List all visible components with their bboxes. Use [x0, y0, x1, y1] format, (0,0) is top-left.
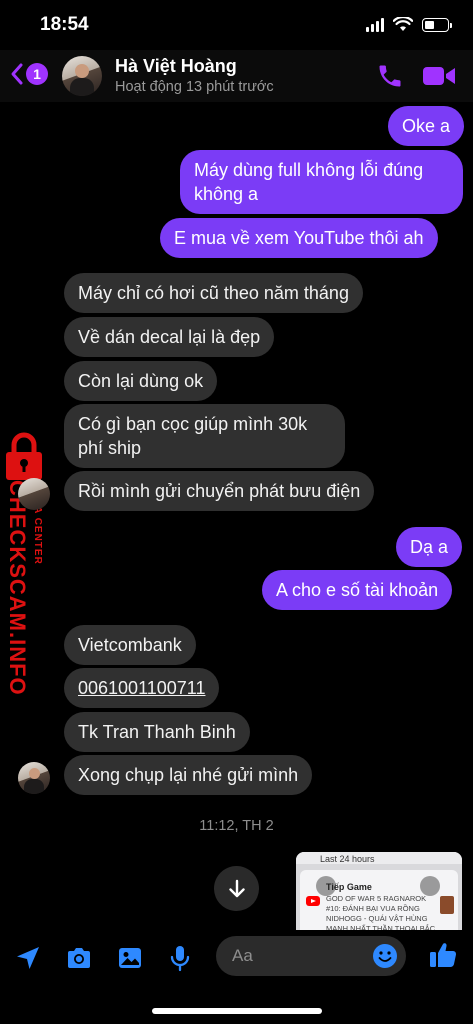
lock-icon: [6, 432, 42, 480]
composer-bar: [0, 930, 473, 1024]
wifi-icon: [393, 17, 413, 31]
chat-header: 1 Hà Việt Hoàng Hoạt động 13 phút trước: [0, 50, 473, 102]
status-bar: 18:54: [0, 0, 473, 50]
contact-name[interactable]: Hà Việt Hoàng: [115, 56, 237, 77]
home-indicator: [152, 1008, 322, 1014]
camera-icon: [420, 876, 440, 896]
preview-heading: Tiếp Game: [326, 882, 372, 892]
scroll-down-button[interactable]: [214, 866, 259, 911]
message-composer[interactable]: [216, 936, 406, 976]
preview-image: [440, 896, 454, 914]
message-bubble[interactable]: Vietcombank: [64, 625, 196, 665]
phone-icon[interactable]: [376, 62, 404, 90]
message-bubble[interactable]: Máy dùng full không lỗi đúng không a: [180, 150, 463, 214]
unread-badge: 1: [26, 63, 48, 85]
contact-status: Hoạt động 13 phút trước: [115, 79, 274, 95]
status-icons: [366, 17, 452, 32]
account-number-link[interactable]: 0061001100711: [64, 668, 220, 708]
message-bubble[interactable]: Dạ a: [396, 527, 463, 567]
message-line: phí ship: [78, 438, 142, 458]
battery-icon: [422, 17, 452, 32]
arrow-down-icon: [228, 879, 245, 897]
thumbs-up-icon[interactable]: [428, 940, 458, 970]
location-arrow-icon[interactable]: [14, 944, 42, 972]
youtube-icon: [306, 896, 320, 906]
message-bubble[interactable]: Máy chỉ có hơi cũ theo năm tháng: [64, 273, 363, 313]
message-bubble[interactable]: A cho e số tài khoản: [262, 570, 453, 610]
preview-subtitle: Last 24 hours: [320, 854, 375, 864]
message-bubble[interactable]: E mua về xem YouTube thôi ah: [160, 218, 438, 258]
message-bubble[interactable]: Về dán decal lại là đẹp: [64, 317, 275, 357]
message-bubble[interactable]: Oke a: [388, 106, 465, 146]
message-bubble[interactable]: Xong chụp lại nhé gửi mình: [64, 755, 313, 795]
message-bubble[interactable]: Tk Tran Thanh Binh: [64, 712, 250, 752]
emoji-icon[interactable]: [372, 943, 398, 969]
image-icon[interactable]: [116, 944, 144, 972]
sender-avatar: [18, 762, 50, 794]
status-time: 18:54: [40, 14, 89, 35]
message-line: Có gì bạn cọc giúp mình 30k: [78, 414, 308, 434]
chevron-left-icon: [11, 63, 23, 85]
message-bubble[interactable]: Có gì bạn cọc giúp mình 30k phí ship: [64, 404, 345, 468]
message-line: không a: [194, 184, 259, 204]
camera-icon[interactable]: [65, 944, 93, 972]
watermark-text: CHECKSCAM.INFO: [5, 480, 30, 696]
contact-avatar[interactable]: [62, 56, 102, 96]
message-line: Máy dùng full không lỗi đúng: [194, 160, 424, 180]
message-bubble[interactable]: Rồi mình gửi chuyển phát bưu điện: [64, 471, 375, 511]
video-camera-icon[interactable]: [422, 63, 456, 89]
read-receipt-avatar: [18, 478, 50, 510]
message-input[interactable]: [232, 936, 372, 976]
signal-icon: [366, 17, 384, 32]
microphone-icon[interactable]: [166, 944, 194, 972]
message-timestamp: 11:12, TH 2: [199, 818, 274, 834]
back-button[interactable]: 1: [10, 62, 48, 86]
message-bubble[interactable]: Còn lại dùng ok: [64, 361, 218, 401]
